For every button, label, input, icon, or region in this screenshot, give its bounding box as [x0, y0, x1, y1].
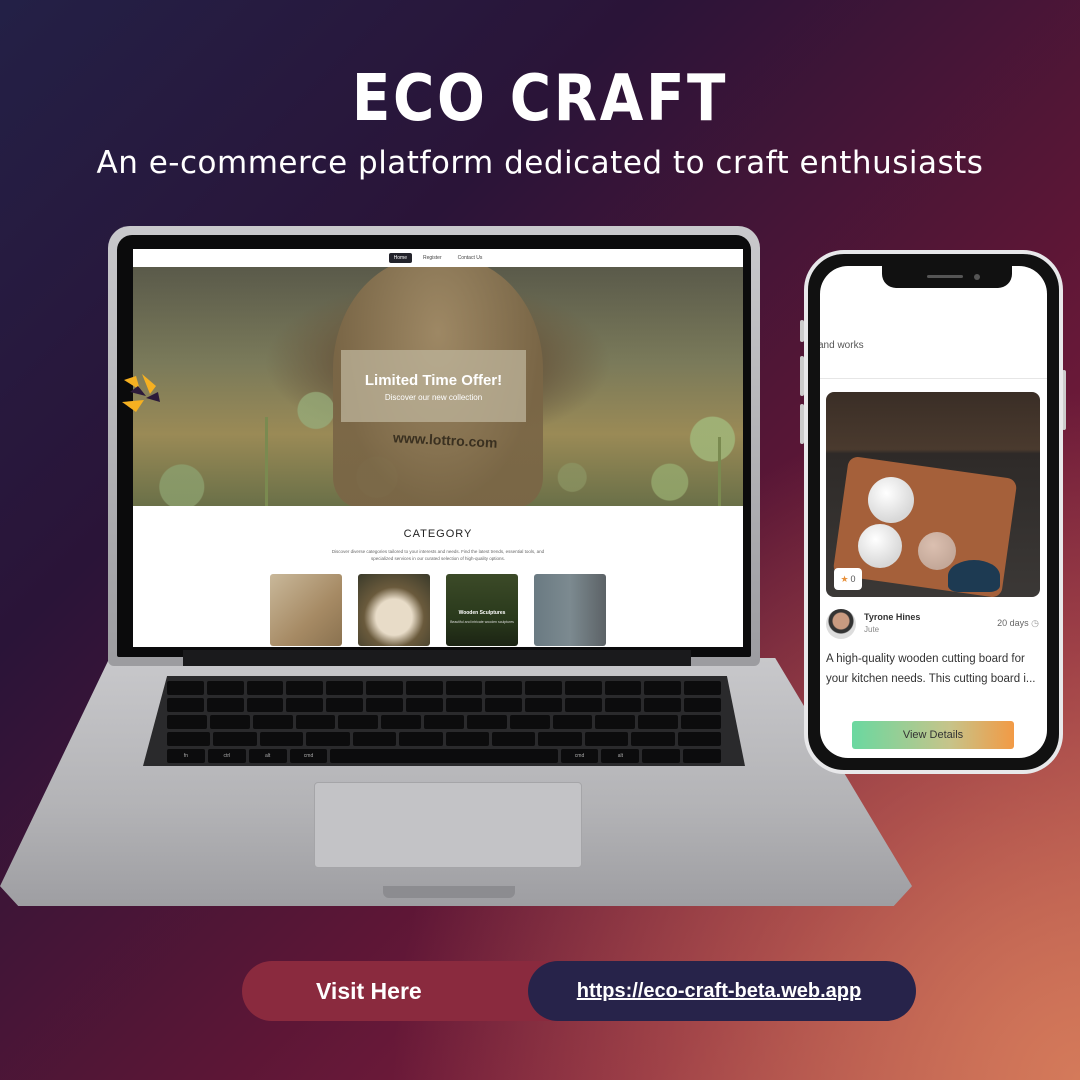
phone-frame: and works ★ 0 Tyrone Hines Jute 20 days …: [804, 250, 1063, 774]
poster-subtitle: An e-commerce platform dedicated to craf…: [96, 145, 984, 181]
material-label: Jute: [864, 625, 880, 634]
key-alt: alt: [601, 749, 640, 763]
eco-craft-logo-icon: [122, 374, 160, 412]
key-ctrl: ctrl: [207, 749, 246, 763]
laptop-screen: Home Register Contact Us www.lottro.com …: [133, 249, 743, 647]
category-card[interactable]: [534, 574, 606, 646]
offer-title: Limited Time Offer!: [364, 372, 503, 389]
phone-top-text: and works: [820, 340, 864, 351]
rating-badge[interactable]: ★ 0: [834, 568, 862, 590]
rating-value: 0: [850, 574, 856, 584]
key-space: [330, 749, 558, 763]
laptop-trackpad: [314, 782, 582, 868]
cup: [858, 524, 902, 568]
site-nav: Home Register Contact Us: [133, 249, 743, 267]
flower-stem: [718, 437, 721, 506]
category-card-label: Wooden Sculptures: [458, 610, 506, 616]
category-card-desc: Beautiful and intricate wooden sculpture…: [450, 620, 514, 624]
offer-subtitle: Discover our new collection: [384, 393, 483, 402]
clock-icon: ◷: [1031, 618, 1039, 628]
star-icon: ★: [840, 573, 849, 584]
phone-screen: and works ★ 0 Tyrone Hines Jute 20 days …: [820, 266, 1047, 758]
nav-home[interactable]: Home: [388, 253, 412, 263]
teapot: [948, 560, 1000, 592]
laptop-keyboard: fn ctrl alt cmd cmd alt: [143, 676, 745, 766]
category-card[interactable]: [358, 574, 430, 646]
category-cards: Wooden Sculptures Beautiful and intricat…: [133, 574, 743, 646]
category-card[interactable]: Wooden Sculptures Beautiful and intricat…: [446, 574, 518, 646]
posted-time: 20 days ◷: [997, 618, 1039, 629]
nav-register[interactable]: Register: [418, 253, 447, 263]
key-cmd: cmd: [560, 749, 599, 763]
laptop-hinge: [183, 650, 691, 666]
key-alt: alt: [248, 749, 287, 763]
laptop-bezel: Home Register Contact Us www.lottro.com …: [117, 235, 751, 657]
author-name: Tyrone Hines: [864, 612, 921, 622]
divider: [820, 378, 1047, 379]
laptop-lid: Home Register Contact Us www.lottro.com …: [108, 226, 760, 666]
poster-title: ECO CRAFT: [351, 62, 729, 136]
key-cmd: cmd: [289, 749, 328, 763]
site-url-link[interactable]: https://eco-craft-beta.web.app: [528, 961, 916, 1021]
avatar[interactable]: [826, 609, 856, 639]
category-card[interactable]: [270, 574, 342, 646]
visit-here-label: Visit Here: [242, 961, 562, 1021]
category-section: CATEGORY Discover diverse categories tai…: [133, 506, 743, 646]
offer-box[interactable]: Limited Time Offer! Discover our new col…: [341, 350, 526, 422]
flower-stem: [265, 417, 268, 506]
nav-contact[interactable]: Contact Us: [453, 253, 488, 263]
category-description: Discover diverse categories tailored to …: [331, 549, 545, 561]
category-title: CATEGORY: [403, 528, 473, 540]
product-description: A high-quality wooden cutting board for …: [826, 653, 1036, 685]
product-image[interactable]: ★ 0: [826, 392, 1040, 597]
key-fn: fn: [167, 749, 205, 763]
cup: [868, 477, 914, 523]
view-details-button[interactable]: View Details: [852, 721, 1014, 749]
hero-banner: www.lottro.com Limited Time Offer! Disco…: [133, 267, 743, 506]
phone-notch: [882, 266, 1012, 288]
posted-time-text: 20 days: [997, 618, 1029, 628]
glass-cup: [918, 532, 956, 570]
laptop-notch: [383, 886, 515, 898]
